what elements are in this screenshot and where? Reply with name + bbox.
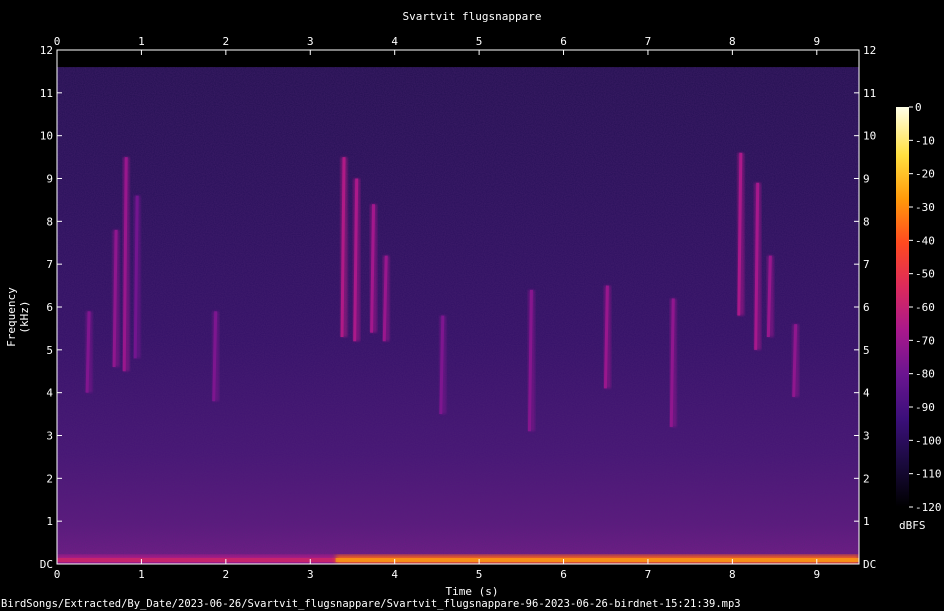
colorbar-tick-label: -100	[915, 434, 942, 447]
bird-call-10	[527, 289, 533, 432]
y-tick-label-right: 2	[863, 472, 870, 485]
colorbar-tick-label: -60	[915, 301, 935, 314]
x-tick-label-top: 4	[391, 35, 398, 48]
colorbar-tick-label: -90	[915, 401, 935, 414]
x-tick-label-top: 8	[729, 35, 736, 48]
low-frequency-noise-layer	[57, 555, 859, 564]
colorbar-tick-label: -70	[915, 334, 935, 347]
y-tick-label-left: DC	[40, 558, 53, 571]
bird-call-11	[603, 285, 609, 389]
y-tick-label-left: 2	[46, 472, 53, 485]
x-tick-label-top: 5	[476, 35, 483, 48]
bird-call-6	[353, 178, 359, 342]
bird-call-0	[85, 311, 91, 393]
y-tick-label-left: 6	[46, 301, 53, 314]
colorbar-tick-label: -40	[915, 234, 935, 247]
colorbar-tick-label: -120	[915, 501, 942, 514]
y-tick-label-right: 8	[863, 215, 870, 228]
y-tick-label-left: 12	[40, 44, 53, 57]
colorbar-tick-label: -10	[915, 134, 935, 147]
noise-band-core-0	[57, 558, 336, 562]
y-tick-label-left: 10	[40, 130, 53, 143]
x-tick-label-bottom: 6	[560, 568, 567, 581]
bird-call-7	[370, 204, 376, 333]
y-tick-label-right: 5	[863, 344, 870, 357]
bird-call-14	[754, 182, 760, 350]
x-tick-label-bottom: 4	[391, 568, 398, 581]
x-tick-label-bottom: 0	[54, 568, 61, 581]
x-tick-label-bottom: 1	[138, 568, 145, 581]
y-tick-label-left: 11	[40, 87, 53, 100]
x-tick-label-top: 7	[645, 35, 652, 48]
x-tick-label-top: 1	[138, 35, 145, 48]
x-axis-label: Time (s)	[445, 585, 499, 598]
y-tick-label-right: 12	[863, 44, 876, 57]
colorbar	[896, 107, 909, 507]
y-tick-label-right: DC	[863, 558, 876, 571]
bird-call-16	[792, 324, 798, 397]
colorbar-tick-label: -80	[915, 368, 935, 381]
x-tick-label-top: 9	[813, 35, 820, 48]
y-tick-label-right: 1	[863, 515, 870, 528]
colorbar-label: dBFS	[899, 519, 926, 532]
colorbar-tick-label: -50	[915, 268, 935, 281]
y-tick-label-right: 9	[863, 173, 870, 186]
bird-call-8	[382, 255, 388, 342]
y-tick-label-left: 8	[46, 215, 53, 228]
x-tick-label-top: 0	[54, 35, 61, 48]
y-tick-label-left: 5	[46, 344, 53, 357]
x-tick-label-top: 2	[223, 35, 230, 48]
colorbar-ticks: 0 -10 -20 -30 -40 -50 -60 -70 -80 -90 -100 -110 -120	[909, 101, 942, 514]
x-tick-label-bottom: 9	[813, 568, 820, 581]
bird-call-9	[439, 315, 445, 415]
y-tick-label-right: 11	[863, 87, 876, 100]
bird-call-2	[122, 157, 128, 372]
x-tick-label-bottom: 7	[645, 568, 652, 581]
colorbar-tick-label: 0	[915, 101, 922, 114]
y-tick-label-left: 3	[46, 430, 53, 443]
bird-call-1	[112, 229, 118, 367]
y-tick-label-left: 4	[46, 387, 53, 400]
y-tick-label-right: 7	[863, 258, 870, 271]
bird-call-13	[737, 152, 743, 316]
y-tick-label-left: 7	[46, 258, 53, 271]
x-tick-label-top: 6	[560, 35, 567, 48]
y-tick-label-right: 10	[863, 130, 876, 143]
y-tick-label-right: 6	[863, 301, 870, 314]
chart-title: Svartvit flugsnappare	[402, 10, 542, 23]
colorbar-tick-label: -110	[915, 468, 942, 481]
y-tick-label-left: 1	[46, 515, 53, 528]
x-tick-label-bottom: 3	[307, 568, 314, 581]
x-tick-label-top: 3	[307, 35, 314, 48]
y-tick-label-left: 9	[46, 173, 53, 186]
x-tick-label-bottom: 5	[476, 568, 483, 581]
x-tick-label-bottom: 2	[223, 568, 230, 581]
bird-call-3	[133, 195, 139, 359]
plot-area	[57, 50, 859, 564]
colorbar-tick-label: -30	[915, 201, 935, 214]
y-tick-label-right: 3	[863, 430, 870, 443]
bird-call-5	[340, 157, 346, 338]
bird-call-15	[766, 255, 772, 338]
noise-band-core-1	[335, 558, 859, 562]
bird-call-12	[669, 298, 675, 427]
colorbar-tick-label: -20	[915, 168, 935, 181]
y-axis-label: Frequency (kHz)	[5, 287, 31, 347]
x-tick-label-bottom: 8	[729, 568, 736, 581]
bird-call-4	[212, 311, 218, 402]
file-path: BirdSongs/Extracted/By_Date/2023-06-26/S…	[1, 598, 741, 610]
y-tick-label-right: 4	[863, 387, 870, 400]
spectrogram-chart: 00112233445566778899DC DC1 12 23 34 45 56 67 78 8…	[40, 35, 942, 581]
